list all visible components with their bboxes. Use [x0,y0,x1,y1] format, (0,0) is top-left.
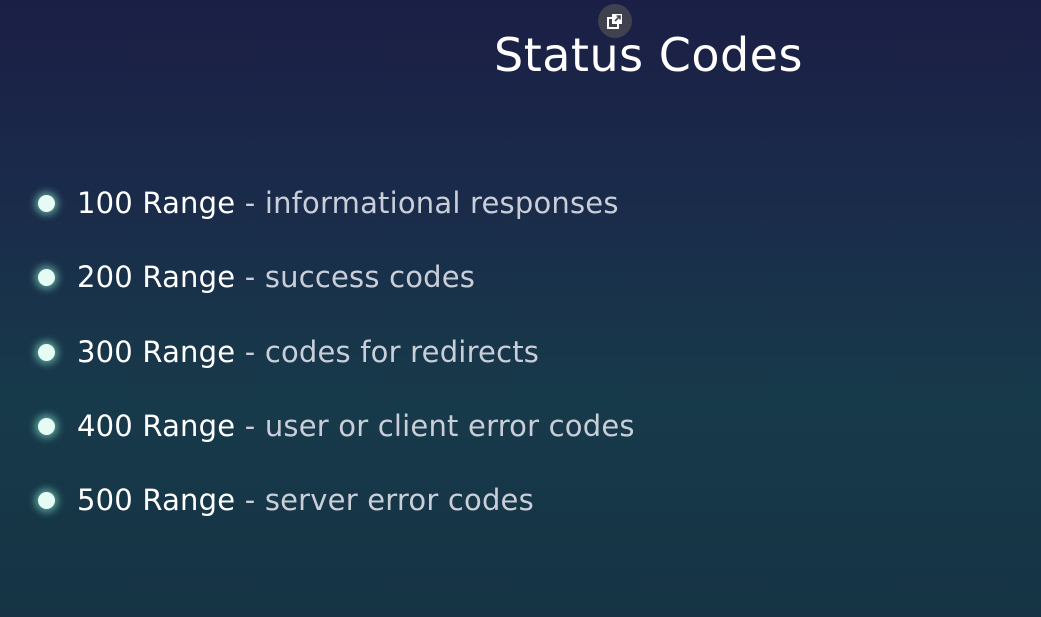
range-description: informational responses [264,186,619,220]
range-label: 100 Range [77,186,236,220]
slide-title: Status Codes [494,28,803,82]
range-description: codes for redirects [264,335,540,369]
separator: - [235,483,265,517]
bullet-icon [38,417,55,435]
bullet-icon [38,343,55,361]
bullet-icon [38,491,55,509]
range-description: user or client error codes [264,409,635,443]
list-item: 300 Range - codes for redirects [38,332,539,372]
range-label: 200 Range [77,260,236,294]
range-label: 300 Range [77,335,236,369]
range-label: 500 Range [77,483,236,517]
range-description: success codes [264,260,476,294]
separator: - [235,260,265,294]
separator: - [235,409,265,443]
bullet-icon [38,194,55,212]
list-item: 400 Range - user or client error codes [38,406,635,446]
range-description: server error codes [264,483,534,517]
range-label: 400 Range [77,409,236,443]
list-item: 100 Range - informational responses [38,183,619,223]
list-item: 200 Range - success codes [38,257,475,297]
separator: - [235,335,265,369]
bullet-icon [38,268,55,286]
separator: - [235,186,265,220]
list-item: 500 Range - server error codes [38,480,534,520]
